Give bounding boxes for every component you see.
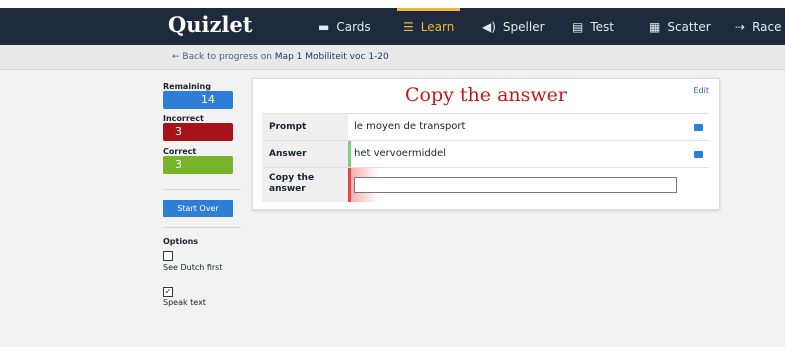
prompt-label: Prompt [262, 114, 348, 140]
cards-icon: ▬ [318, 19, 330, 34]
divider [163, 227, 241, 228]
see-dutch-first-label: See Dutch first [163, 263, 223, 272]
correct-count: 3 [163, 156, 233, 174]
answer-label: Answer [262, 141, 348, 167]
see-dutch-first-checkbox[interactable] [163, 251, 173, 261]
incorrect-stat: Incorrect 3 [163, 114, 233, 141]
speaker-icon: ◀) [482, 19, 496, 34]
nav-speller-label: Speller [502, 19, 545, 34]
scatter-icon: ▦ [649, 19, 661, 34]
remaining-label: Remaining [163, 82, 211, 91]
learn-icon: ☰ [403, 19, 414, 34]
prompt-value: le moyen de transport [354, 121, 466, 132]
top-navbar: Quizlet ▬ Cards ☰ Learn ◀) Speller ▤ Tes… [0, 8, 785, 45]
nav-cards[interactable]: ▬ Cards [318, 8, 371, 45]
nav-scatter-label: Scatter [667, 19, 711, 34]
top-strip [0, 0, 785, 8]
edit-link[interactable]: Edit [694, 86, 710, 95]
options-title: Options [163, 237, 199, 246]
copy-answer-label: Copy the answer [262, 168, 348, 202]
incorrect-label: Incorrect [163, 114, 204, 123]
incorrect-count: 3 [163, 123, 233, 141]
speaker-icon[interactable] [694, 124, 703, 131]
nav-scatter[interactable]: ▦ Scatter [649, 8, 711, 45]
correct-indicator-bar [348, 141, 351, 167]
answer-value: het vervoermiddel [354, 148, 447, 159]
nav-test[interactable]: ▤ Test [572, 8, 614, 45]
nav-learn[interactable]: ☰ Learn [396, 8, 461, 45]
nav-learn-label: Learn [420, 19, 455, 34]
back-to-progress-link[interactable]: ← Back to progress on Map 1 Mobiliteit v… [172, 45, 389, 69]
copy-answer-row: Copy the answer [262, 167, 709, 202]
nav-race-label: Race [752, 19, 782, 34]
back-text: ← Back to progress on [172, 52, 275, 62]
nav-speller[interactable]: ◀) Speller [482, 8, 545, 45]
copy-answer-input[interactable] [354, 177, 677, 193]
race-icon: ⇢ [735, 19, 746, 34]
learn-card: Copy the answer Edit Prompt le moyen de … [252, 78, 720, 210]
quizlet-logo[interactable]: Quizlet [168, 12, 253, 37]
remaining-stat: Remaining 14 [163, 82, 233, 109]
speak-text-checkbox[interactable]: ✓ [163, 287, 173, 297]
speak-text-label: Speak text [163, 298, 206, 307]
correct-label: Correct [163, 147, 197, 156]
divider [163, 189, 241, 190]
card-title: Copy the answer [405, 84, 567, 106]
remaining-count: 14 [163, 91, 233, 109]
answer-row: Answer het vervoermiddel [262, 140, 709, 167]
speaker-icon[interactable] [694, 151, 703, 158]
correct-stat: Correct 3 [163, 147, 233, 174]
breadcrumb-bar: ← Back to progress on Map 1 Mobiliteit v… [0, 45, 785, 70]
nav-test-label: Test [590, 19, 614, 34]
nav-race[interactable]: ⇢ Race [735, 8, 781, 45]
document-icon: ▤ [572, 19, 584, 34]
set-name: Map 1 Mobiliteit voc 1-20 [274, 52, 389, 62]
nav-cards-label: Cards [336, 19, 371, 34]
start-over-button[interactable]: Start Over [163, 200, 233, 217]
prompt-row: Prompt le moyen de transport [262, 113, 709, 140]
